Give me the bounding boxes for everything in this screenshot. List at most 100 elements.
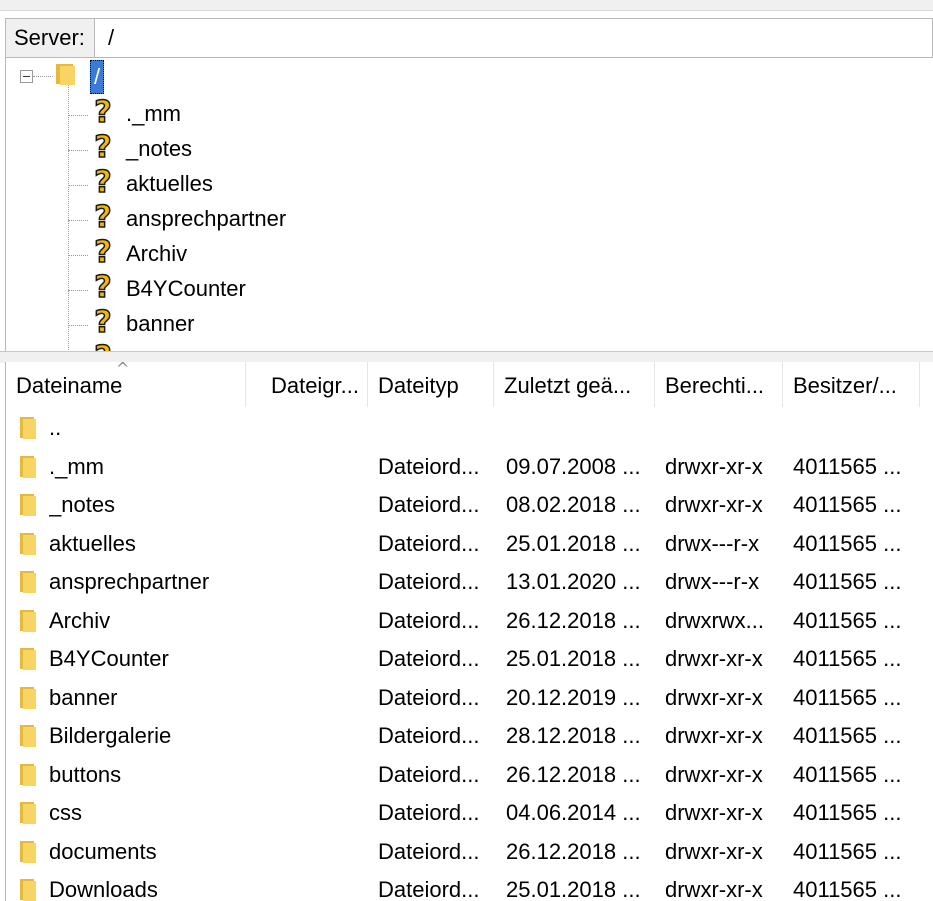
folder-icon [53, 64, 79, 91]
cell-filesize [246, 756, 356, 794]
cell-permissions: drwxr-xr-x [665, 800, 763, 825]
tree-item-label: B4YCounter [126, 276, 246, 301]
column-header-owner[interactable]: Besitzer/... [783, 362, 920, 407]
question-mark-icon: ? [94, 270, 113, 306]
tree-item-label: aktuelles [126, 171, 213, 196]
cell-filename: .. [49, 415, 62, 440]
cell-modified: 26.12.2018 ... [506, 607, 641, 633]
question-mark-icon: ? [94, 305, 113, 341]
table-row[interactable]: Downloads Dateiord... 25.01.2018 ... drwxr-… [6, 871, 933, 901]
table-row[interactable]: _notes Dateiord... 08.02.2018 ... drwxr-xr-… [6, 486, 933, 524]
cell-filename: ansprechpartner [49, 569, 210, 594]
folder-icon [18, 840, 38, 868]
table-row[interactable]: buttons Dateiord... 26.12.2018 ... drwxr-xr… [6, 756, 933, 794]
cell-filesize [246, 409, 356, 447]
cell-owner: 4011565 ... [793, 877, 902, 901]
cell-filename: ._mm [49, 453, 104, 479]
folder-icon [18, 494, 38, 521]
cell-modified: 04.06.2014 ... [506, 800, 641, 825]
cell-filetype: Dateiord... [378, 684, 480, 710]
cell-filetype [378, 409, 492, 447]
tree-item-label: ansprechpartner [126, 206, 287, 231]
cell-filename: css [49, 800, 82, 825]
tree-connector [68, 115, 88, 116]
cell-filename: B4YCounter [49, 646, 169, 671]
folder-icon [18, 725, 38, 752]
table-row[interactable]: ansprechpartner Dateiord... 13.01.2020 ...… [6, 563, 933, 601]
table-row[interactable]: B4YCounter Dateiord... 25.01.2018 ... drwxr… [6, 640, 933, 678]
cell-filesize [246, 602, 356, 640]
tree-item-label: ._mm [126, 101, 181, 126]
cell-filesize [246, 640, 356, 678]
cell-filetype: Dateiord... [378, 723, 480, 748]
cell-permissions: drwx---r-x [665, 569, 760, 594]
cell-filetype: Dateiord... [378, 877, 480, 901]
cell-permissions: drwxr-xr-x [665, 646, 763, 671]
cell-owner: 4011565 ... [793, 569, 902, 594]
table-row[interactable]: css Dateiord... 04.06.2014 ... drwxr-xr-x 40… [6, 794, 933, 832]
cell-filename: banner [49, 684, 118, 710]
column-header-filesize[interactable]: Dateigr... [246, 362, 368, 407]
server-path-input[interactable] [102, 23, 933, 53]
cell-filetype: Dateiord... [378, 607, 480, 633]
question-mark-icon: ? [94, 165, 113, 201]
cell-filetype: Dateiord... [378, 530, 480, 556]
cell-modified: 25.01.2018 ... [506, 877, 641, 901]
cell-owner: 4011565 ... [793, 646, 902, 671]
question-mark-icon: ? [94, 235, 113, 271]
cell-filesize [246, 448, 356, 486]
column-header-filename[interactable]: Dateiname ^ [6, 362, 246, 407]
tree-connector [68, 290, 88, 291]
cell-filesize [246, 679, 356, 717]
cell-owner: 4011565 ... [793, 607, 902, 633]
question-mark-icon: ? [88, 340, 118, 351]
table-row[interactable]: aktuelles Dateiord... 25.01.2018 ... drwx--… [6, 525, 933, 563]
cell-filetype: Dateiord... [378, 569, 480, 594]
cell-modified: 28.12.2018 ... [506, 723, 641, 748]
server-path-bar: Server: [5, 18, 933, 58]
tree-item-label: Archiv [126, 241, 188, 266]
cell-owner: 4011565 ... [793, 723, 902, 748]
cell-modified: 26.12.2018 ... [506, 838, 641, 864]
column-header-filetype[interactable]: Dateityp [368, 362, 494, 407]
cell-permissions: drwxr-xr-x [665, 761, 763, 787]
folder-icon [18, 763, 38, 791]
cell-filename: _notes [49, 492, 116, 517]
cell-filetype: Dateiord... [378, 492, 480, 517]
cell-filesize [246, 833, 356, 871]
table-row[interactable]: Archiv Dateiord... 26.12.2018 ... drwxrwx..… [6, 602, 933, 640]
cell-permissions: drwxrwx... [665, 607, 764, 633]
table-row[interactable]: ._mm Dateiord... 09.07.2008 ... drwxr-xr-x 4… [6, 448, 933, 486]
cell-filetype: Dateiord... [378, 800, 480, 825]
folder-icon [18, 686, 38, 714]
list-header: Dateiname ^ Dateigr... Dateityp Zuletzt … [6, 362, 933, 407]
tree-connector [68, 80, 69, 351]
cell-permissions: drwxr-xr-x [665, 453, 763, 479]
cell-owner: 4011565 ... [793, 684, 902, 710]
table-row[interactable]: Bildergalerie Dateiord... 28.12.2018 ... dr… [6, 717, 933, 755]
cell-filesize [246, 794, 356, 832]
column-header-modified[interactable]: Zuletzt geä... [494, 362, 655, 407]
table-row[interactable]: .. [6, 409, 933, 447]
cell-filename: Downloads [49, 877, 158, 901]
column-header-permissions[interactable]: Berechti... [655, 362, 783, 407]
cell-filename: buttons [49, 761, 122, 787]
cell-modified: 25.01.2018 ... [506, 530, 641, 556]
cell-filetype: Dateiord... [378, 646, 480, 671]
table-row[interactable]: documents Dateiord... 26.12.2018 ... drwxr-… [6, 833, 933, 871]
folder-icon [18, 417, 38, 444]
tree-root-label[interactable]: / [90, 60, 105, 94]
cell-filetype: Dateiord... [378, 838, 480, 864]
table-row[interactable]: banner Dateiord... 20.12.2019 ... drwxr-xr-… [6, 679, 933, 717]
minus-box-icon[interactable] [20, 70, 33, 83]
folder-icon [18, 455, 38, 483]
cell-filesize [246, 525, 356, 563]
server-label: Server: [6, 19, 95, 57]
sort-ascending-icon: ^ [116, 362, 130, 378]
cell-owner: 4011565 ... [793, 492, 902, 517]
cell-filesize [246, 717, 356, 755]
cell-modified: 25.01.2018 ... [506, 646, 641, 671]
cell-filesize [246, 871, 356, 901]
remote-directory-tree: / ? ._mm? _notes? aktuelles? ansprechpartner… [5, 58, 933, 351]
cell-filename: documents [49, 838, 157, 864]
